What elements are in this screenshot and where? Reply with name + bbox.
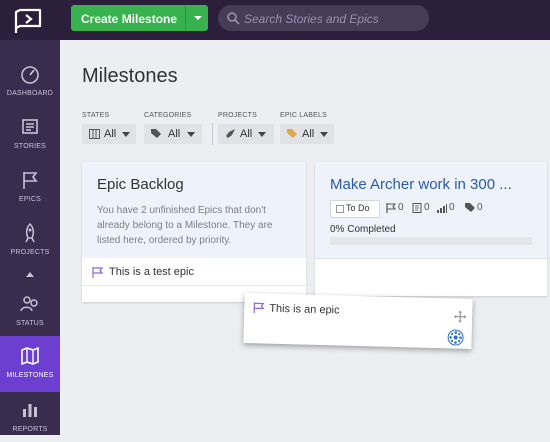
sidebar-item-label: STORIES — [13, 143, 46, 150]
dragged-epic-card[interactable]: This is an epic — [243, 293, 473, 349]
card-header: Make Archer work in 300 ... To Do 0 0 0 … — [315, 162, 547, 259]
sidebar-item-reports[interactable]: REPORTS — [0, 390, 60, 442]
stat-value: 0 — [449, 202, 455, 213]
milestone-card: Make Archer work in 300 ... To Do 0 0 0 … — [315, 162, 547, 296]
stat-value: 0 — [424, 202, 430, 213]
state-label: To Do — [346, 203, 370, 213]
move-icon[interactable] — [454, 310, 467, 323]
filter-states: STATES All — [82, 112, 136, 144]
sidebar-item-label: REPORTS — [12, 426, 48, 433]
sidebar-item-stories[interactable]: STORIES — [0, 107, 60, 159]
filter-label: CATEGORIES — [144, 112, 192, 119]
filter-projects: PROJECTS All — [218, 112, 274, 144]
epic-title: This is an epic — [269, 302, 340, 317]
filter-value: All — [302, 128, 315, 140]
milestone-title-link[interactable]: Make Archer work in 300 ... — [330, 176, 512, 193]
sidebar-item-projects[interactable]: PROJECTS — [0, 213, 60, 265]
filter-label: STATES — [82, 112, 110, 119]
states-dropdown[interactable]: All — [82, 124, 136, 144]
categories-dropdown[interactable]: All — [144, 124, 202, 144]
card-title: Epic Backlog — [97, 176, 184, 193]
sidebar-item-epics[interactable]: EPICS — [0, 160, 60, 212]
gauge-icon — [21, 66, 39, 84]
create-milestone-label: Create Milestone — [81, 12, 178, 26]
tag-icon — [287, 129, 297, 138]
filter-epic-labels: EPIC LABELS All — [280, 112, 334, 144]
rocket-icon — [226, 129, 235, 138]
card-header: Epic Backlog You have 2 unfinished Epics… — [82, 162, 306, 258]
sidebar-item-label: EPICS — [18, 196, 41, 203]
projects-dropdown[interactable]: All — [218, 124, 274, 144]
chevron-down-icon — [258, 132, 266, 137]
epic-flag-icon — [92, 267, 103, 278]
epics-count-icon — [386, 203, 396, 213]
tags-icon — [465, 203, 475, 212]
completion-text: 0% Completed — [330, 224, 396, 235]
flags-icon — [23, 172, 38, 189]
sidebar-item-label: DASHBOARD — [6, 90, 54, 97]
filter-divider — [212, 123, 213, 145]
epic-item[interactable]: This is a test epic — [82, 259, 306, 286]
filter-label: EPIC LABELS — [280, 112, 327, 119]
top-bar: Create Milestone — [0, 0, 550, 40]
sidebar-item-dashboard[interactable]: DASHBOARD — [0, 54, 60, 106]
sidebar-item-label: STATUS — [16, 320, 44, 327]
filter-categories: CATEGORIES All — [144, 112, 202, 144]
search-icon — [227, 12, 240, 25]
sidebar-item-milestones[interactable]: MILESTONES — [0, 336, 60, 392]
progress-bar — [330, 237, 532, 245]
chevron-down-icon — [320, 132, 328, 137]
document-icon — [412, 203, 422, 213]
page-title: Milestones — [82, 65, 178, 87]
epic-title: This is a test epic — [109, 266, 194, 278]
chevron-down-icon — [187, 132, 195, 137]
rocket-icon — [25, 223, 35, 243]
filter-value: All — [104, 128, 117, 140]
create-milestone-button[interactable]: Create Milestone — [71, 5, 208, 31]
sidebar-item-status[interactable]: STATUS — [0, 284, 60, 336]
bar-chart-icon — [23, 404, 37, 417]
people-icon — [20, 296, 38, 312]
sidebar: DASHBOARD STORIES EPICS PROJECTS STATUS — [0, 40, 60, 435]
columns-icon — [89, 129, 100, 139]
search-input[interactable] — [242, 8, 426, 30]
signal-bars-icon — [437, 204, 447, 213]
chevron-up-icon[interactable] — [25, 270, 35, 278]
stat-value: 0 — [477, 202, 483, 213]
avatar[interactable] — [447, 329, 464, 346]
card-description: You have 2 unfinished Epics that don't a… — [97, 205, 273, 246]
filter-value: All — [240, 128, 253, 140]
logo-icon[interactable] — [14, 6, 44, 34]
button-divider — [185, 5, 186, 31]
sidebar-item-label: PROJECTS — [10, 249, 50, 256]
chevron-down-icon[interactable] — [192, 11, 204, 25]
map-icon — [21, 346, 39, 366]
filter-label: PROJECTS — [218, 112, 257, 119]
milestone-state-button[interactable]: To Do — [330, 200, 380, 218]
filter-value: All — [168, 128, 181, 140]
epic-flag-icon — [253, 302, 265, 314]
search-bar[interactable] — [218, 5, 429, 31]
stat-value: 0 — [398, 202, 404, 213]
chevron-down-icon — [122, 132, 130, 137]
stories-icon — [22, 119, 38, 134]
tags-icon — [151, 129, 161, 138]
sidebar-item-label: MILESTONES — [6, 372, 54, 379]
state-icon — [336, 205, 344, 213]
epic-labels-dropdown[interactable]: All — [280, 124, 334, 144]
epic-backlog-card: Epic Backlog You have 2 unfinished Epics… — [82, 162, 306, 302]
